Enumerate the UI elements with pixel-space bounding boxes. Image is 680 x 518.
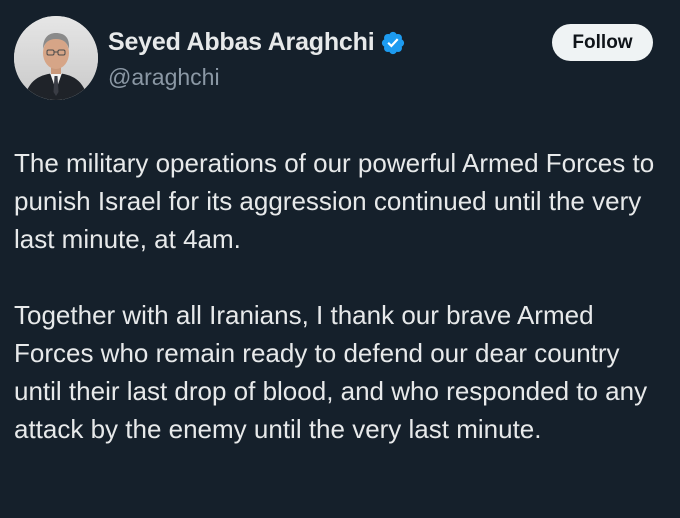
author-handle[interactable]: @araghchi: [108, 64, 220, 91]
tweet-card: Seyed Abbas Araghchi @araghchi Follow Th…: [0, 0, 680, 518]
author-name-row: Seyed Abbas Araghchi: [108, 28, 406, 57]
tweet-paragraph: Together with all Iranians, I thank our …: [14, 300, 648, 444]
author-display-name[interactable]: Seyed Abbas Araghchi: [108, 28, 375, 57]
profile-photo-icon: [14, 16, 98, 100]
verified-badge-icon: [380, 30, 406, 56]
follow-button[interactable]: Follow: [552, 24, 653, 61]
tweet-text: The military operations of our powerful …: [14, 144, 674, 448]
tweet-paragraph: The military operations of our powerful …: [14, 148, 655, 254]
avatar[interactable]: [14, 16, 98, 100]
